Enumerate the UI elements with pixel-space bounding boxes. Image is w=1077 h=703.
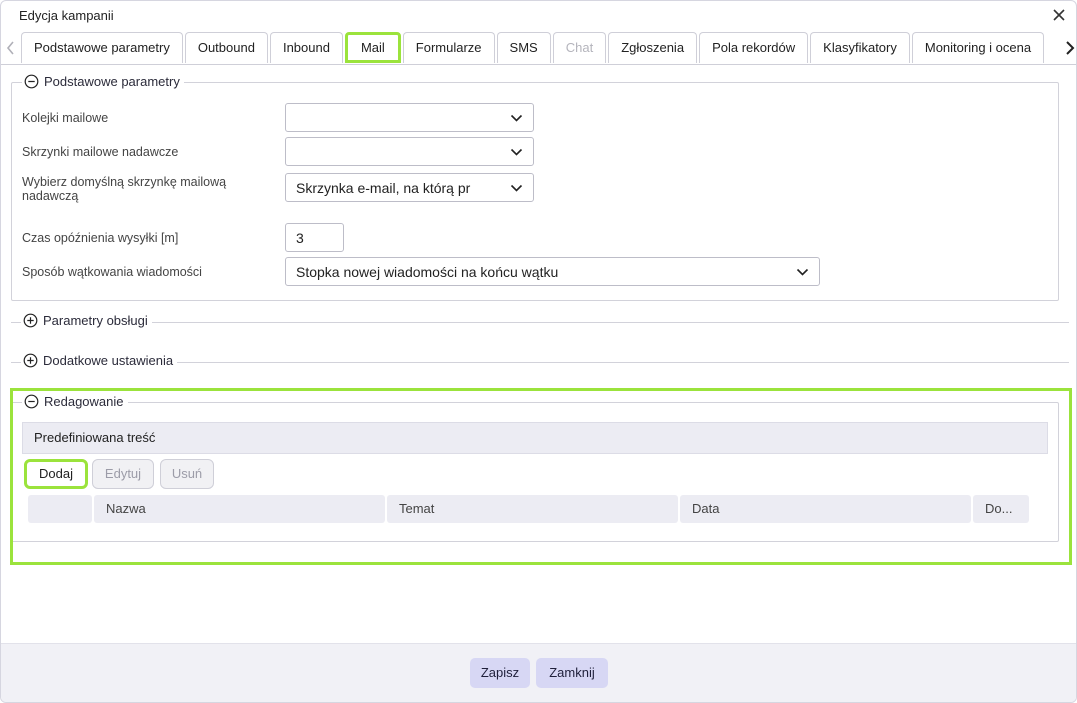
- campaign-edit-dialog: Edycja kampanii Podstawowe parametry Out…: [0, 0, 1077, 703]
- tabs: Podstawowe parametry Outbound Inbound Ma…: [21, 32, 1046, 65]
- tab-inbound[interactable]: Inbound: [269, 32, 343, 63]
- predefined-content-table-header: Nazwa Temat Data Do...: [28, 495, 1031, 523]
- tab-chat: Chat: [552, 32, 607, 63]
- mail-queues-select[interactable]: [285, 103, 534, 132]
- tab-strip: Podstawowe parametry Outbound Inbound Ma…: [1, 32, 1076, 65]
- dialog-footer: Zapisz Zamknij: [1, 643, 1076, 702]
- extra-settings-legend[interactable]: Dodatkowe ustawienia: [21, 353, 178, 368]
- default-mailbox-label: Wybierz domyślną skrzynkę mailową nadawc…: [22, 175, 227, 203]
- predefined-content-header: Predefiniowana treść: [22, 422, 1048, 454]
- service-params-label: Parametry obsługi: [43, 313, 148, 328]
- service-params-legend[interactable]: Parametry obsługi: [21, 313, 152, 328]
- threading-value: Stopka nowej wiadomości na końcu wątku: [296, 264, 559, 280]
- plus-circle-icon: [23, 353, 38, 368]
- tab-forms[interactable]: Formularze: [402, 32, 495, 63]
- close-icon[interactable]: [1050, 6, 1068, 24]
- tab-classifiers[interactable]: Klasyfikatory: [810, 32, 910, 63]
- column-header-select: [28, 495, 92, 523]
- tab-record-fields[interactable]: Pola rekordów: [699, 32, 809, 63]
- edit-button: Edytuj: [92, 459, 154, 489]
- column-header-do[interactable]: Do...: [973, 495, 1029, 523]
- chevron-down-icon: [510, 184, 523, 192]
- tab-tickets[interactable]: Zgłoszenia: [608, 32, 698, 63]
- minus-circle-icon: [24, 394, 39, 409]
- editing-legend[interactable]: Redagowanie: [22, 394, 128, 409]
- delete-button: Usuń: [160, 459, 214, 489]
- save-button[interactable]: Zapisz: [470, 658, 530, 688]
- basic-params-legend[interactable]: Podstawowe parametry: [22, 74, 184, 89]
- tab-outbound[interactable]: Outbound: [184, 32, 268, 63]
- sender-mailboxes-select[interactable]: [285, 137, 534, 166]
- chevron-down-icon: [510, 148, 523, 156]
- add-button[interactable]: Dodaj: [24, 459, 88, 489]
- sender-mailboxes-label: Skrzynki mailowe nadawcze: [22, 145, 179, 159]
- tab-basic-params[interactable]: Podstawowe parametry: [21, 32, 183, 63]
- tab-content: Podstawowe parametry Kolejki mailowe Skr…: [1, 65, 1076, 643]
- extra-settings-label: Dodatkowe ustawienia: [43, 353, 174, 368]
- close-button[interactable]: Zamknij: [536, 658, 608, 688]
- basic-params-legend-label: Podstawowe parametry: [44, 74, 180, 89]
- tab-mail[interactable]: Mail: [344, 32, 401, 63]
- dialog-title: Edycja kampanii: [19, 8, 114, 23]
- chevron-down-icon: [510, 114, 523, 122]
- column-header-name[interactable]: Nazwa: [94, 495, 385, 523]
- send-delay-input[interactable]: [285, 223, 344, 252]
- chevron-right-icon[interactable]: [1062, 36, 1076, 60]
- minus-circle-icon: [24, 74, 39, 89]
- mail-queues-label: Kolejki mailowe: [22, 111, 109, 125]
- default-mailbox-value: Skrzynka e-mail, na którą pr: [296, 180, 471, 196]
- editing-legend-label: Redagowanie: [44, 394, 124, 409]
- plus-circle-icon: [23, 313, 38, 328]
- default-mailbox-select[interactable]: Skrzynka e-mail, na którą pr: [285, 173, 534, 202]
- service-params-divider: [11, 322, 1069, 323]
- tab-monitoring[interactable]: Monitoring i ocena: [911, 32, 1045, 63]
- title-bar: Edycja kampanii: [1, 1, 1076, 31]
- chevron-down-icon: [796, 268, 809, 276]
- send-delay-label: Czas opóźnienia wysyłki [m]: [22, 231, 179, 245]
- tab-sms[interactable]: SMS: [496, 32, 551, 63]
- column-header-subject[interactable]: Temat: [387, 495, 678, 523]
- threading-label: Sposób wątkowania wiadomości: [22, 265, 202, 279]
- chevron-left-icon[interactable]: [3, 36, 17, 60]
- column-header-date[interactable]: Data: [680, 495, 971, 523]
- threading-select[interactable]: Stopka nowej wiadomości na końcu wątku: [285, 257, 820, 286]
